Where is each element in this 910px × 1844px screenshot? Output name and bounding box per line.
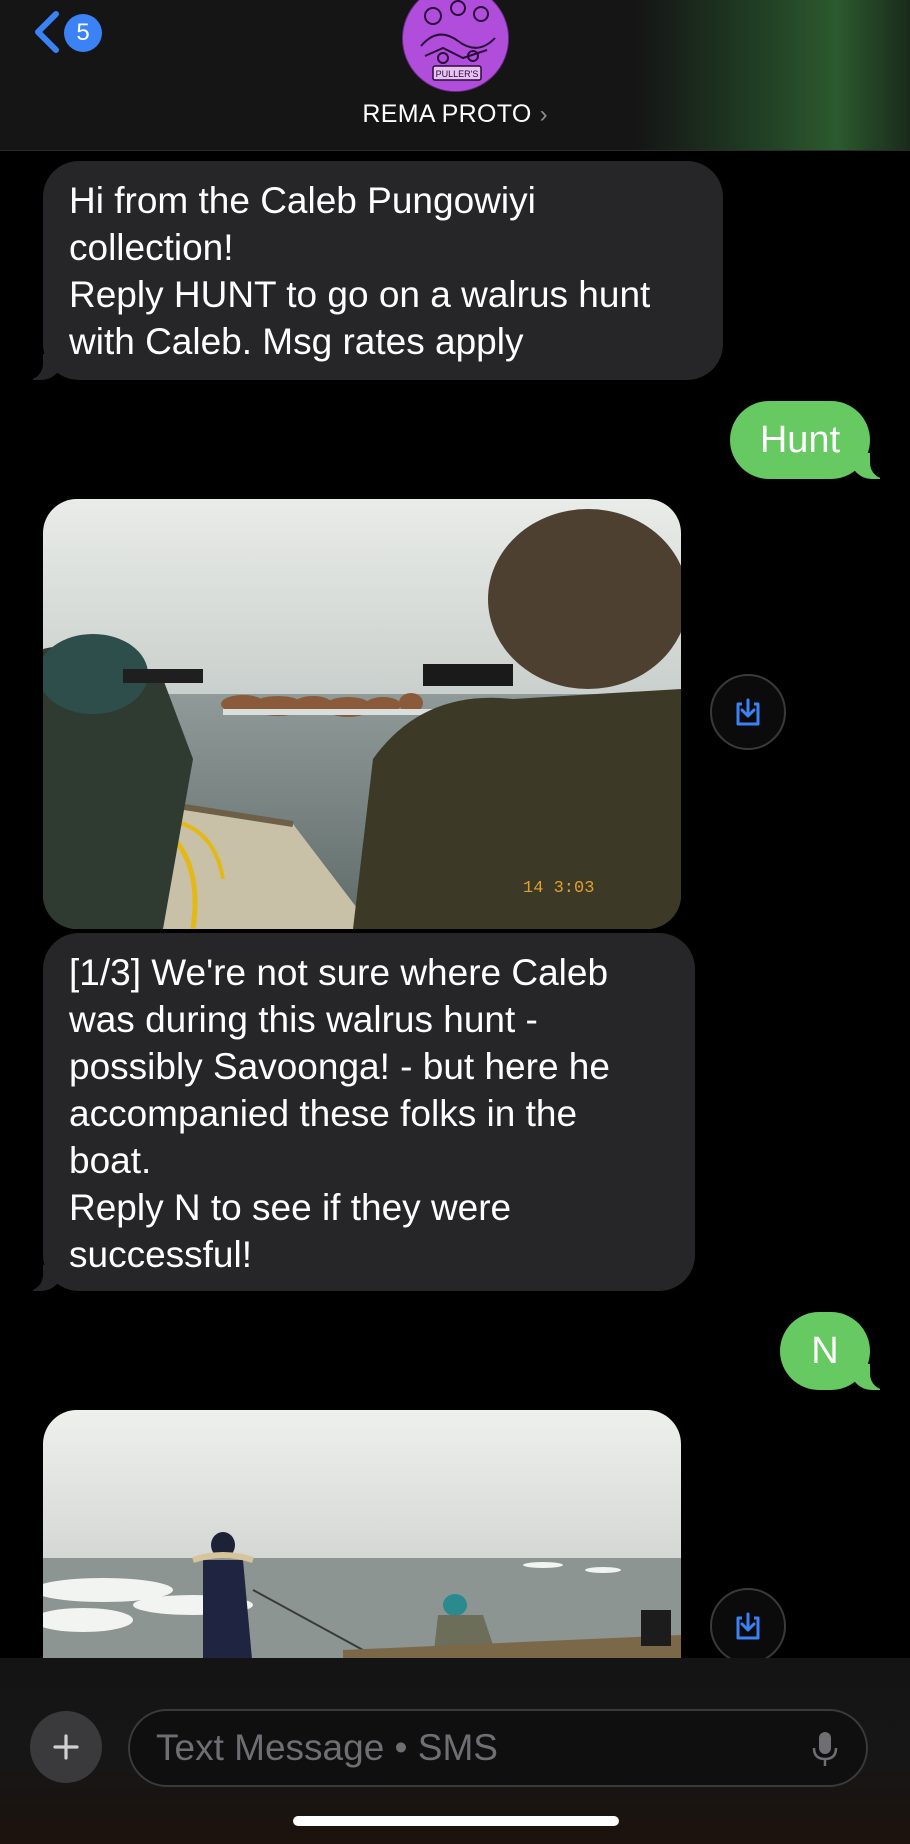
back-button[interactable]: 5 bbox=[30, 8, 110, 56]
contact-info[interactable]: REMA PROTO › bbox=[0, 100, 910, 129]
message-text: Hi from the Caleb Pungowiyi collection! … bbox=[69, 180, 651, 362]
photo-date-stamp: 14 3:03 bbox=[523, 879, 594, 898]
incoming-message[interactable]: Hi from the Caleb Pungowiyi collection! … bbox=[21, 161, 723, 380]
avatar-label: PULLER'S bbox=[436, 69, 479, 79]
outgoing-message[interactable]: Hunt bbox=[730, 401, 892, 479]
conversation-header: 5 PULLER'S REMA PROTO › bbox=[0, 0, 910, 151]
message-input-container[interactable] bbox=[128, 1709, 868, 1787]
message-input[interactable] bbox=[156, 1711, 796, 1785]
incoming-message[interactable]: [1/3] We're not sure where Caleb was dur… bbox=[21, 933, 695, 1291]
composer-bar bbox=[0, 1658, 910, 1844]
message-text: N bbox=[811, 1329, 839, 1372]
chevron-left-icon bbox=[35, 11, 59, 53]
plus-icon bbox=[53, 1734, 79, 1760]
message-text: [1/3] We're not sure where Caleb was dur… bbox=[69, 952, 610, 1275]
microphone-icon[interactable] bbox=[812, 1731, 838, 1767]
chevron-right-icon: › bbox=[539, 100, 548, 128]
download-icon bbox=[736, 698, 760, 726]
save-image-button[interactable] bbox=[710, 674, 786, 750]
contact-avatar[interactable]: PULLER'S bbox=[402, 0, 509, 92]
contact-name: REMA PROTO bbox=[362, 100, 532, 128]
download-icon bbox=[736, 1612, 760, 1640]
home-indicator[interactable] bbox=[293, 1816, 619, 1826]
add-attachment-button[interactable] bbox=[30, 1711, 102, 1783]
image-attachment[interactable]: 14 3:03 bbox=[43, 499, 681, 929]
messages-screen: 5 PULLER'S REMA PROTO › Hi from the Cale… bbox=[0, 0, 910, 1844]
walrus-hunt-photo: 14 3:03 bbox=[43, 499, 681, 929]
unread-count-badge: 5 bbox=[64, 14, 102, 52]
save-image-button[interactable] bbox=[710, 1588, 786, 1664]
outgoing-message[interactable]: N bbox=[780, 1312, 892, 1390]
message-text: Hunt bbox=[759, 418, 841, 461]
